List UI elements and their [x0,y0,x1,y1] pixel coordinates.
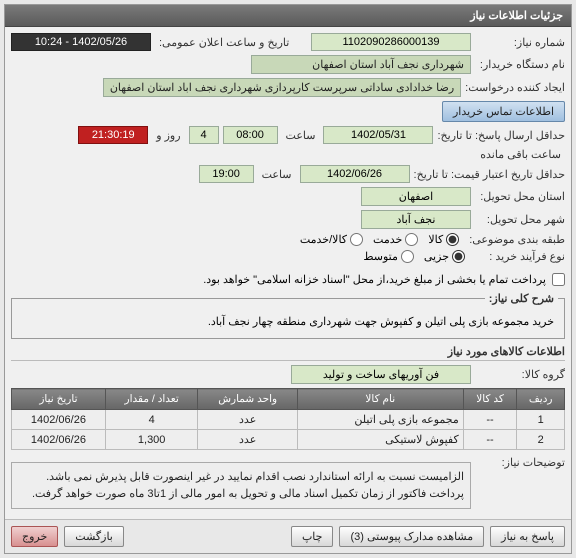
need-legend: شرح کلی نیاز: [485,292,558,305]
cell-code: -- [463,410,517,430]
details-window: جزئیات اطلاعات نیاز شماره نیاز: 11020902… [4,4,572,554]
col-code: کد کالا [463,389,517,410]
city-field: نجف آباد [361,210,471,229]
city-label: شهر محل تحویل: [475,213,565,226]
need-no-field: 1102090286000139 [311,33,471,51]
notes-line1: الزامیست نسبت به ارائه استاندارد نصب اقد… [18,469,464,486]
cell-qty: 1,300 [105,430,198,450]
announce-label: تاریخ و ساعت اعلان عمومی: [159,36,289,49]
cell-name: کفپوش لاستیکی [297,430,463,450]
days-field: 4 [189,126,219,144]
time-label-1: ساعت [286,129,316,142]
notes-line2: پرداخت فاکتور از زمان تکمیل اسناد مالی و… [18,486,464,503]
group-kala-label: گروه کالا: [475,368,565,381]
announce-field: 1402/05/26 - 10:24 [11,33,151,51]
col-row: ردیف [517,389,565,410]
buyer-field: شهرداری نجف آباد استان اصفهان [251,55,471,74]
radio-minor[interactable]: جزیی [424,250,465,263]
valid-date-field: 1402/06/26 [300,165,410,183]
print-button[interactable]: چاپ [291,526,334,547]
items-section-title: اطلاعات کالاهای مورد نیاز [11,345,565,361]
buyer-label: نام دستگاه خریدار: [475,58,565,71]
cell-unit: عدد [198,430,297,450]
button-bar: پاسخ به نیاز مشاهده مدارک پیوستی (3) چاپ… [5,519,571,553]
requester-label: ایجاد کننده درخواست: [465,81,565,94]
cell-code: -- [463,430,517,450]
radio-goods-input[interactable] [446,233,459,246]
requester-field: رضا خدادادی ساداتی سرپرست کارپردازی شهرد… [103,78,461,97]
cell-date: 1402/06/26 [12,410,106,430]
col-unit: واحد شمارش [198,389,297,410]
titlebar: جزئیات اطلاعات نیاز [5,5,571,27]
group-kala-field: فن آوریهای ساخت و تولید [291,365,471,384]
cell-row: 2 [517,430,565,450]
pay-note: پرداخت تمام یا بخشی از مبلغ خرید،از محل … [203,273,546,286]
time-left-label: ساعت باقی مانده [480,148,561,161]
radio-service[interactable]: خدمت [373,233,418,246]
items-table: ردیف کد کالا نام کالا واحد شمارش تعداد /… [11,388,565,450]
need-no-label: شماره نیاز: [475,36,565,49]
notes-box: الزامیست نسبت به ارائه استاندارد نصب اقد… [11,462,471,509]
time-left-field: 21:30:19 [78,126,148,144]
content-area: شماره نیاز: 1102090286000139 تاریخ و ساع… [5,27,571,519]
radio-medium-input[interactable] [401,250,414,263]
deadline-date-field: 1402/05/31 [323,126,433,144]
table-row[interactable]: 1--مجموعه بازی پلی اتیلنعدد41402/06/26 [12,410,565,430]
province-field: اصفهان [361,187,471,206]
process-label: نوع فرآیند خرید : [475,250,565,263]
col-date: تاریخ نیاز [12,389,106,410]
reply-button[interactable]: پاسخ به نیاز [490,526,565,547]
radio-both-input[interactable] [350,233,363,246]
cell-qty: 4 [105,410,198,430]
attachments-button[interactable]: مشاهده مدارک پیوستی (3) [339,526,484,547]
need-text: خرید مجموعه بازی پلی اتیلن و کفپوش جهت ش… [18,311,558,332]
cell-date: 1402/06/26 [12,430,106,450]
cell-unit: عدد [198,410,297,430]
col-qty: تعداد / مقدار [105,389,198,410]
group-label: طبقه بندی موضوعی: [469,233,565,246]
valid-time-field: 19:00 [199,165,254,183]
treasury-checkbox[interactable] [552,273,565,286]
col-name: نام کالا [297,389,463,410]
need-fieldset: شرح کلی نیاز: خرید مجموعه بازی پلی اتیلن… [11,292,565,339]
valid-label: حداقل تاریخ اعتبار قیمت: تا تاریخ: [414,168,565,181]
radio-service-input[interactable] [405,233,418,246]
radio-medium[interactable]: متوسط [363,250,414,263]
contact-button[interactable]: اطلاعات تماس خریدار [442,101,565,122]
days-label: روز و [156,129,180,142]
radio-minor-input[interactable] [452,250,465,263]
deadline-time-field: 08:00 [223,126,278,144]
radio-both[interactable]: کالا/خدمت [300,233,363,246]
notes-label: توضیحات نیاز: [475,456,565,469]
exit-button[interactable]: خروج [11,526,58,547]
window-title: جزئیات اطلاعات نیاز [470,10,563,22]
deadline-label: حداقل ارسال پاسخ: تا تاریخ: [437,129,565,142]
cell-row: 1 [517,410,565,430]
table-row[interactable]: 2--کفپوش لاستیکیعدد1,3001402/06/26 [12,430,565,450]
time-label-2: ساعت [262,168,292,181]
province-label: استان محل تحویل: [475,190,565,203]
radio-goods[interactable]: کالا [428,233,459,246]
back-button[interactable]: بازگشت [64,526,124,547]
cell-name: مجموعه بازی پلی اتیلن [297,410,463,430]
